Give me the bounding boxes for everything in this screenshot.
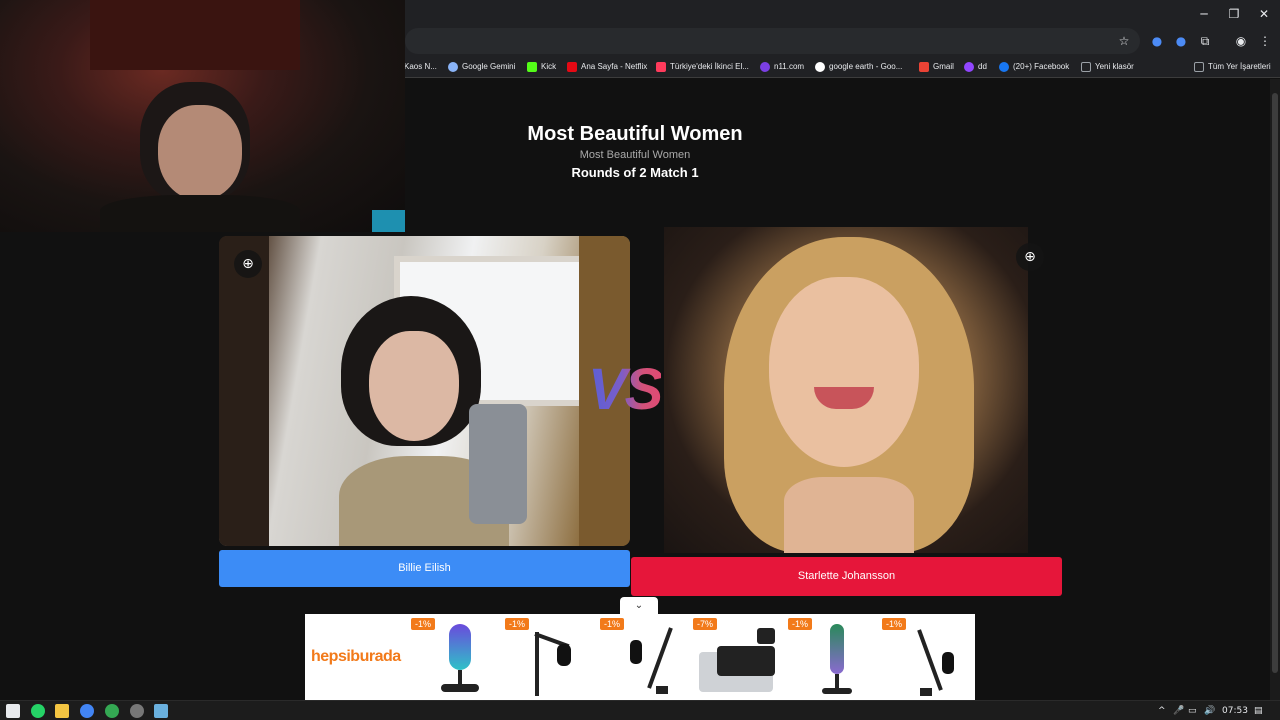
- kick-icon: [527, 62, 537, 72]
- whatsapp-icon[interactable]: [31, 704, 45, 718]
- windows-start-icon[interactable]: [6, 704, 20, 718]
- volume-icon[interactable]: 🔊: [1204, 704, 1215, 718]
- contestant-left-photo[interactable]: [219, 236, 630, 546]
- chrome-icon[interactable]: [80, 704, 94, 718]
- discount-badge: -1%: [788, 618, 813, 630]
- microphone-tray-icon[interactable]: 🎤: [1173, 704, 1184, 718]
- chevron-down-icon[interactable]: ⌄: [620, 597, 658, 615]
- file-explorer-icon[interactable]: [55, 704, 69, 718]
- profile-icon[interactable]: ◉: [1232, 32, 1250, 50]
- bookmark-item[interactable]: n11.com: [760, 60, 804, 74]
- bookmark-item[interactable]: Google Gemini: [448, 60, 515, 74]
- clock[interactable]: 07:53: [1222, 704, 1248, 718]
- body-shape: [100, 195, 300, 232]
- ad-product[interactable]: -1%: [505, 618, 591, 698]
- microphone-arm-icon: [626, 622, 673, 696]
- bookmark-item[interactable]: Kick: [527, 60, 556, 74]
- extension-blue-icon[interactable]: ●: [1148, 32, 1166, 50]
- netflix-icon: [567, 62, 577, 72]
- bookmark-item[interactable]: Ana Sayfa - Netflix: [567, 60, 647, 74]
- ad-banner[interactable]: hepsiburada -1% -1% -1% -7% -1% -1%: [305, 614, 975, 700]
- microphone-icon: [814, 622, 858, 696]
- restore-icon[interactable]: ❐: [1220, 4, 1248, 24]
- n11-icon: [760, 62, 770, 72]
- scrollbar-thumb[interactable]: [1272, 93, 1278, 673]
- microphone-arm-icon: [531, 622, 575, 696]
- bookmark-item[interactable]: Kaos N...: [404, 60, 437, 74]
- notifications-icon[interactable]: ▤: [1254, 704, 1263, 718]
- vs-label: VS: [588, 357, 663, 422]
- ad-product[interactable]: -1%: [788, 618, 874, 698]
- ad-product[interactable]: -1%: [411, 618, 497, 698]
- discount-badge: -1%: [600, 618, 625, 630]
- scrollbar[interactable]: [1270, 79, 1280, 700]
- menu-icon[interactable]: ⋮: [1256, 32, 1274, 50]
- face-shape: [158, 105, 242, 200]
- discount-badge: -1%: [882, 618, 907, 630]
- folder-icon: [1081, 62, 1091, 72]
- address-bar[interactable]: ☆: [405, 28, 1140, 54]
- bookmark-item[interactable]: Türkiye'deki İkinci El...: [656, 60, 749, 74]
- vote-right-button[interactable]: Starlette Johansson: [631, 557, 1062, 596]
- zoom-icon[interactable]: ⊕: [1016, 243, 1044, 271]
- bookmark-item[interactable]: Yeni klasör: [1081, 60, 1134, 74]
- puzzle-icon[interactable]: ⧉: [1196, 32, 1214, 50]
- zoom-icon[interactable]: ⊕: [234, 250, 262, 278]
- taskbar: ^ 🎤 ▭ 🔊 07:53 ▤: [0, 700, 1280, 720]
- webcam-overlay: [0, 0, 405, 232]
- ad-product[interactable]: -1%: [600, 618, 686, 698]
- bookmark-item[interactable]: google earth - Goo...: [815, 60, 902, 74]
- face-shape: [769, 277, 919, 467]
- frame-shape: [219, 236, 269, 546]
- microphone-arm-icon: [908, 622, 954, 696]
- dd-icon: [964, 62, 974, 72]
- contestant-right-photo[interactable]: [664, 227, 1028, 553]
- gemini-icon: [448, 62, 458, 72]
- vote-left-button[interactable]: Billie Eilish: [219, 550, 630, 587]
- discount-badge: -1%: [411, 618, 436, 630]
- bookmark-item[interactable]: (20+) Facebook: [999, 60, 1069, 74]
- network-icon[interactable]: ▭: [1188, 704, 1197, 718]
- app-icon[interactable]: [154, 704, 168, 718]
- folder-icon: [1194, 62, 1204, 72]
- app-icon[interactable]: [130, 704, 144, 718]
- minimize-icon[interactable]: ─: [1190, 4, 1218, 24]
- discount-badge: -1%: [505, 618, 530, 630]
- facebook-icon: [999, 62, 1009, 72]
- phone-shape: [469, 404, 527, 524]
- shelf-shape: [90, 0, 300, 70]
- gmail-icon: [919, 62, 929, 72]
- extension-ai-icon[interactable]: ●: [1172, 32, 1190, 50]
- google-icon: [815, 62, 825, 72]
- chrome-profile-icon[interactable]: [105, 704, 119, 718]
- all-bookmarks[interactable]: Tüm Yer İşaretleri: [1194, 60, 1271, 74]
- microphone-icon: [437, 622, 481, 696]
- close-icon[interactable]: ✕: [1250, 4, 1278, 24]
- star-icon[interactable]: ☆: [1115, 32, 1133, 50]
- bookmark-item[interactable]: dd: [964, 60, 987, 74]
- light-shape: [372, 210, 405, 232]
- bookmark-item[interactable]: Gmail: [919, 60, 954, 74]
- neck-shape: [784, 477, 914, 553]
- ad-product[interactable]: -1%: [882, 618, 968, 698]
- tray-chevron-icon[interactable]: ^: [1158, 704, 1166, 718]
- ad-product[interactable]: -7%: [693, 618, 779, 698]
- capture-card-icon: [697, 622, 777, 696]
- letgo-icon: [656, 62, 666, 72]
- face-shape: [369, 331, 459, 441]
- ad-brand-logo: hepsiburada: [311, 648, 401, 665]
